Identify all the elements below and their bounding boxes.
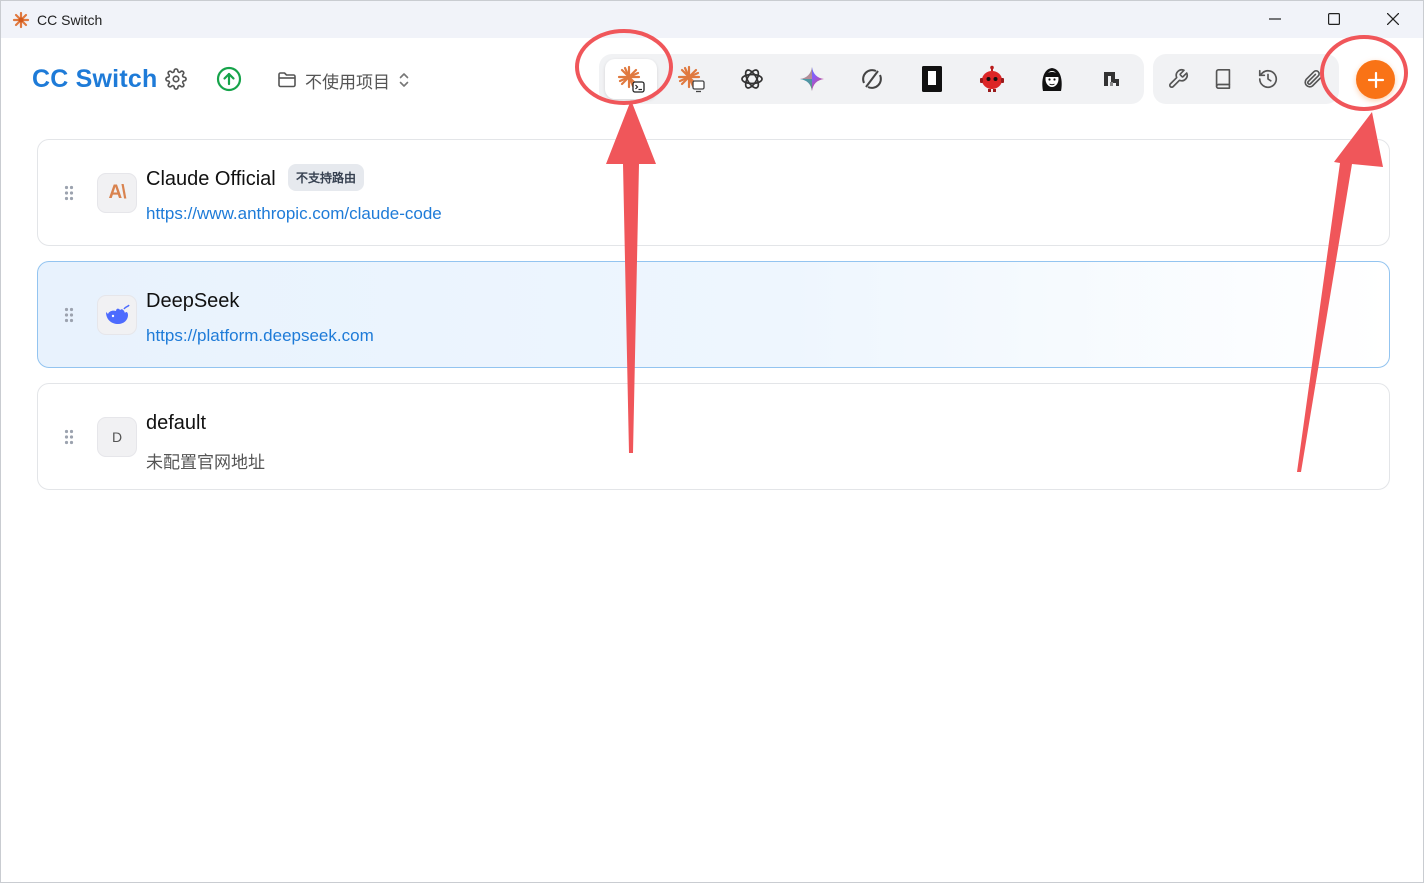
tab-claude-desktop[interactable] [665, 59, 717, 99]
history-button[interactable] [1253, 64, 1283, 94]
deepseek-whale-icon [106, 304, 130, 324]
provider-name: DeepSeek [146, 290, 240, 312]
tools-bar [1153, 54, 1339, 104]
tab-girl-avatar[interactable] [1026, 59, 1078, 99]
pixel-logo-icon [1104, 72, 1119, 86]
minimize-button[interactable] [1247, 1, 1305, 38]
chevron-up-down-icon [399, 73, 409, 87]
plus-icon [1367, 71, 1384, 88]
folder-icon [278, 72, 296, 88]
drag-handle-icon[interactable] [64, 307, 74, 323]
tab-pixel-logo[interactable] [1086, 59, 1138, 99]
status-badge: 不支持路由 [288, 164, 365, 191]
brand-title[interactable]: CC Switch [32, 65, 157, 94]
gemini-icon [800, 67, 824, 91]
title-bar: CC Switch [1, 1, 1423, 38]
window-title: CC Switch [37, 12, 103, 28]
settings-button[interactable] [162, 65, 190, 93]
close-button[interactable] [1365, 1, 1423, 38]
wrench-icon [1169, 69, 1188, 88]
arrow-up-circle-icon [216, 66, 242, 92]
terminal-app-icon [922, 66, 942, 92]
tools-button[interactable] [1163, 64, 1193, 94]
attachments-button[interactable] [1298, 64, 1328, 94]
anthropic-logo-icon: A\ [108, 182, 127, 203]
update-button[interactable] [215, 65, 243, 93]
avatar-initial: D [111, 429, 123, 445]
provider-card-default[interactable]: D default 未配置官网地址 [37, 383, 1390, 490]
red-robot-icon [980, 65, 1004, 92]
tab-codex[interactable] [726, 59, 778, 99]
tab-terminal-app[interactable] [906, 59, 958, 99]
close-icon [1387, 13, 1399, 25]
tab-claude-code[interactable] [605, 59, 657, 99]
maximize-button[interactable] [1306, 1, 1364, 38]
provider-card-claude-official[interactable]: A\ Claude Official 不支持路由 https://www.ant… [37, 139, 1390, 246]
provider-avatar: A\ [97, 173, 137, 213]
provider-url-link[interactable]: https://www.anthropic.com/claude-code [146, 204, 442, 224]
app-window: CC Switch CC Switch 不使用项目 A\ Claude Offi… [0, 0, 1424, 883]
tab-gemini[interactable] [786, 59, 838, 99]
history-icon [1258, 69, 1278, 89]
project-select[interactable]: 不使用项目 [277, 67, 410, 93]
drag-handle-icon[interactable] [64, 429, 74, 445]
claude-desktop-icon [677, 65, 705, 93]
openai-icon [741, 69, 763, 89]
app-tab-bar [599, 54, 1144, 104]
opencode-icon [862, 69, 882, 89]
gear-icon [165, 68, 187, 90]
paperclip-icon [1304, 69, 1322, 88]
tab-red-robot[interactable] [966, 59, 1018, 99]
provider-avatar: D [97, 417, 137, 457]
project-select-label: 不使用项目 [305, 72, 390, 92]
minimize-icon [1269, 18, 1281, 20]
add-provider-button[interactable] [1356, 60, 1395, 99]
girl-avatar-icon [1042, 68, 1062, 91]
claude-code-icon [617, 65, 645, 93]
tab-opencode[interactable] [846, 59, 898, 99]
maximize-icon [1328, 13, 1340, 25]
app-logo-icon [12, 11, 30, 29]
drag-handle-icon[interactable] [64, 185, 74, 201]
book-icon [1215, 69, 1231, 89]
provider-name: Claude Official [146, 168, 276, 190]
provider-name: default [146, 412, 207, 434]
provider-url-placeholder: 未配置官网地址 [146, 453, 265, 472]
docs-button[interactable] [1208, 64, 1238, 94]
provider-url-link[interactable]: https://platform.deepseek.com [146, 326, 374, 346]
provider-card-deepseek[interactable]: DeepSeek https://platform.deepseek.com [37, 261, 1390, 368]
provider-avatar [97, 295, 137, 335]
